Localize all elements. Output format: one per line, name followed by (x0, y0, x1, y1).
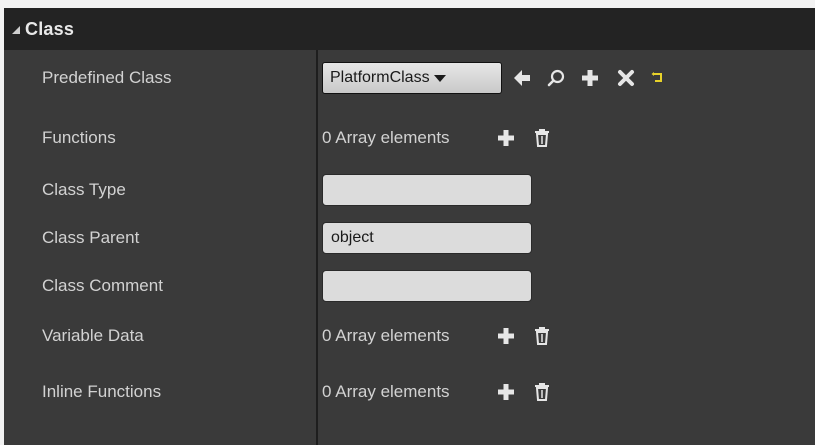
property-value: 0 Array elements (322, 118, 554, 158)
property-value: 0 Array elements (322, 372, 554, 412)
class-parent-input[interactable]: object (322, 222, 532, 254)
clear-button[interactable] (614, 66, 638, 90)
plus-icon (497, 130, 514, 146)
property-row-class-parent: Class Parent object (4, 218, 815, 258)
plus-icon (497, 384, 514, 400)
property-label: Functions (42, 128, 116, 147)
search-icon (547, 69, 565, 87)
details-panel: Class Predefined Class PlatformClass Fun… (4, 8, 815, 445)
property-label: Class Parent (42, 228, 140, 247)
plus-icon (582, 70, 598, 86)
property-label: Class Type (42, 180, 126, 199)
class-comment-input[interactable] (322, 270, 532, 302)
property-row-predefined-class: Predefined Class PlatformClass (4, 58, 815, 98)
predefined-class-combobox[interactable]: PlatformClass (322, 62, 502, 94)
array-count-text: 0 Array elements (322, 128, 450, 147)
property-row-inline-functions: Inline Functions 0 Array elements (4, 372, 815, 412)
browse-button[interactable] (544, 66, 568, 90)
arrow-left-icon (514, 70, 530, 86)
array-count-text: 0 Array elements (322, 326, 450, 345)
add-element-button[interactable] (494, 380, 518, 404)
property-value (322, 170, 532, 210)
chevron-down-icon (433, 74, 446, 82)
use-selected-button[interactable] (510, 66, 534, 90)
property-value: object (322, 218, 532, 258)
property-value: 0 Array elements (322, 316, 554, 356)
property-row-class-comment: Class Comment (4, 266, 815, 306)
property-label: Inline Functions (42, 382, 162, 401)
trash-icon (534, 327, 549, 345)
array-count-text: 0 Array elements (322, 382, 450, 401)
remove-all-button[interactable] (530, 126, 554, 150)
close-icon (618, 70, 634, 86)
property-row-functions: Functions 0 Array elements (4, 118, 815, 158)
remove-all-button[interactable] (530, 380, 554, 404)
property-value: PlatformClass (322, 58, 670, 98)
collapse-triangle-icon[interactable] (12, 26, 20, 34)
add-element-button[interactable] (494, 324, 518, 348)
plus-icon (497, 328, 514, 344)
trash-icon (534, 383, 549, 401)
property-label: Predefined Class (42, 68, 172, 87)
property-label: Variable Data (42, 326, 144, 345)
reset-arrow-icon (651, 72, 662, 82)
remove-all-button[interactable] (530, 324, 554, 348)
section-title: Class (25, 18, 75, 39)
property-value (322, 266, 532, 306)
property-label: Class Comment (42, 276, 163, 295)
new-button[interactable] (578, 66, 602, 90)
reset-to-default-button[interactable] (646, 66, 670, 90)
property-row-class-type: Class Type (4, 170, 815, 210)
combobox-value: PlatformClass (330, 69, 430, 86)
property-row-variable-data: Variable Data 0 Array elements (4, 316, 815, 356)
trash-icon (534, 129, 549, 147)
class-type-input[interactable] (322, 174, 532, 206)
section-header-class[interactable]: Class (4, 8, 815, 50)
add-element-button[interactable] (494, 126, 518, 150)
